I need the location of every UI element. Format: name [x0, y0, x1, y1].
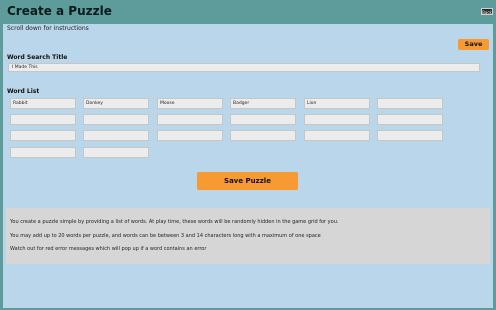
- word-input-17[interactable]: [304, 130, 370, 141]
- word-input-9[interactable]: [157, 114, 223, 125]
- word-input-1[interactable]: Rabbit: [10, 98, 76, 109]
- word-input-12[interactable]: [377, 114, 443, 125]
- instructions-line-2: You may add up to 20 words per puzzle, a…: [10, 233, 321, 239]
- title-input[interactable]: I Made This: [8, 63, 480, 72]
- scroll-hint: Scroll down for instructions: [7, 25, 89, 32]
- instructions-line-1: You create a puzzle simple by providing …: [10, 219, 339, 225]
- word-input-5[interactable]: Lion: [304, 98, 370, 109]
- page-title: Create a Puzzle: [7, 4, 112, 18]
- word-input-15[interactable]: [157, 130, 223, 141]
- word-input-20[interactable]: [83, 147, 149, 158]
- instructions-line-3: Watch out for red error messages which w…: [10, 246, 207, 252]
- save-puzzle-button[interactable]: Save Puzzle: [197, 172, 298, 190]
- word-input-14[interactable]: [83, 130, 149, 141]
- instructions-panel: You create a puzzle simple by providing …: [6, 208, 490, 264]
- word-input-19[interactable]: [10, 147, 76, 158]
- word-input-8[interactable]: [83, 114, 149, 125]
- word-input-11[interactable]: [304, 114, 370, 125]
- word-input-2[interactable]: Donkey: [83, 98, 149, 109]
- word-list-label: Word List: [7, 88, 40, 95]
- word-input-10[interactable]: [230, 114, 296, 125]
- save-button[interactable]: Save: [458, 39, 489, 50]
- main-content: Scroll down for instructions Save Word S…: [3, 24, 493, 308]
- word-input-6[interactable]: [377, 98, 443, 109]
- word-input-3[interactable]: Moose: [157, 98, 223, 109]
- back-button[interactable]: Back: [481, 8, 493, 15]
- word-input-7[interactable]: [10, 114, 76, 125]
- title-label: Word Search Title: [7, 54, 68, 61]
- word-input-16[interactable]: [230, 130, 296, 141]
- word-input-13[interactable]: [10, 130, 76, 141]
- word-input-18[interactable]: [377, 130, 443, 141]
- word-input-4[interactable]: Badger: [230, 98, 296, 109]
- app-frame: Create a Puzzle Back Scroll down for ins…: [0, 0, 496, 310]
- header-bar: Create a Puzzle Back: [0, 0, 496, 24]
